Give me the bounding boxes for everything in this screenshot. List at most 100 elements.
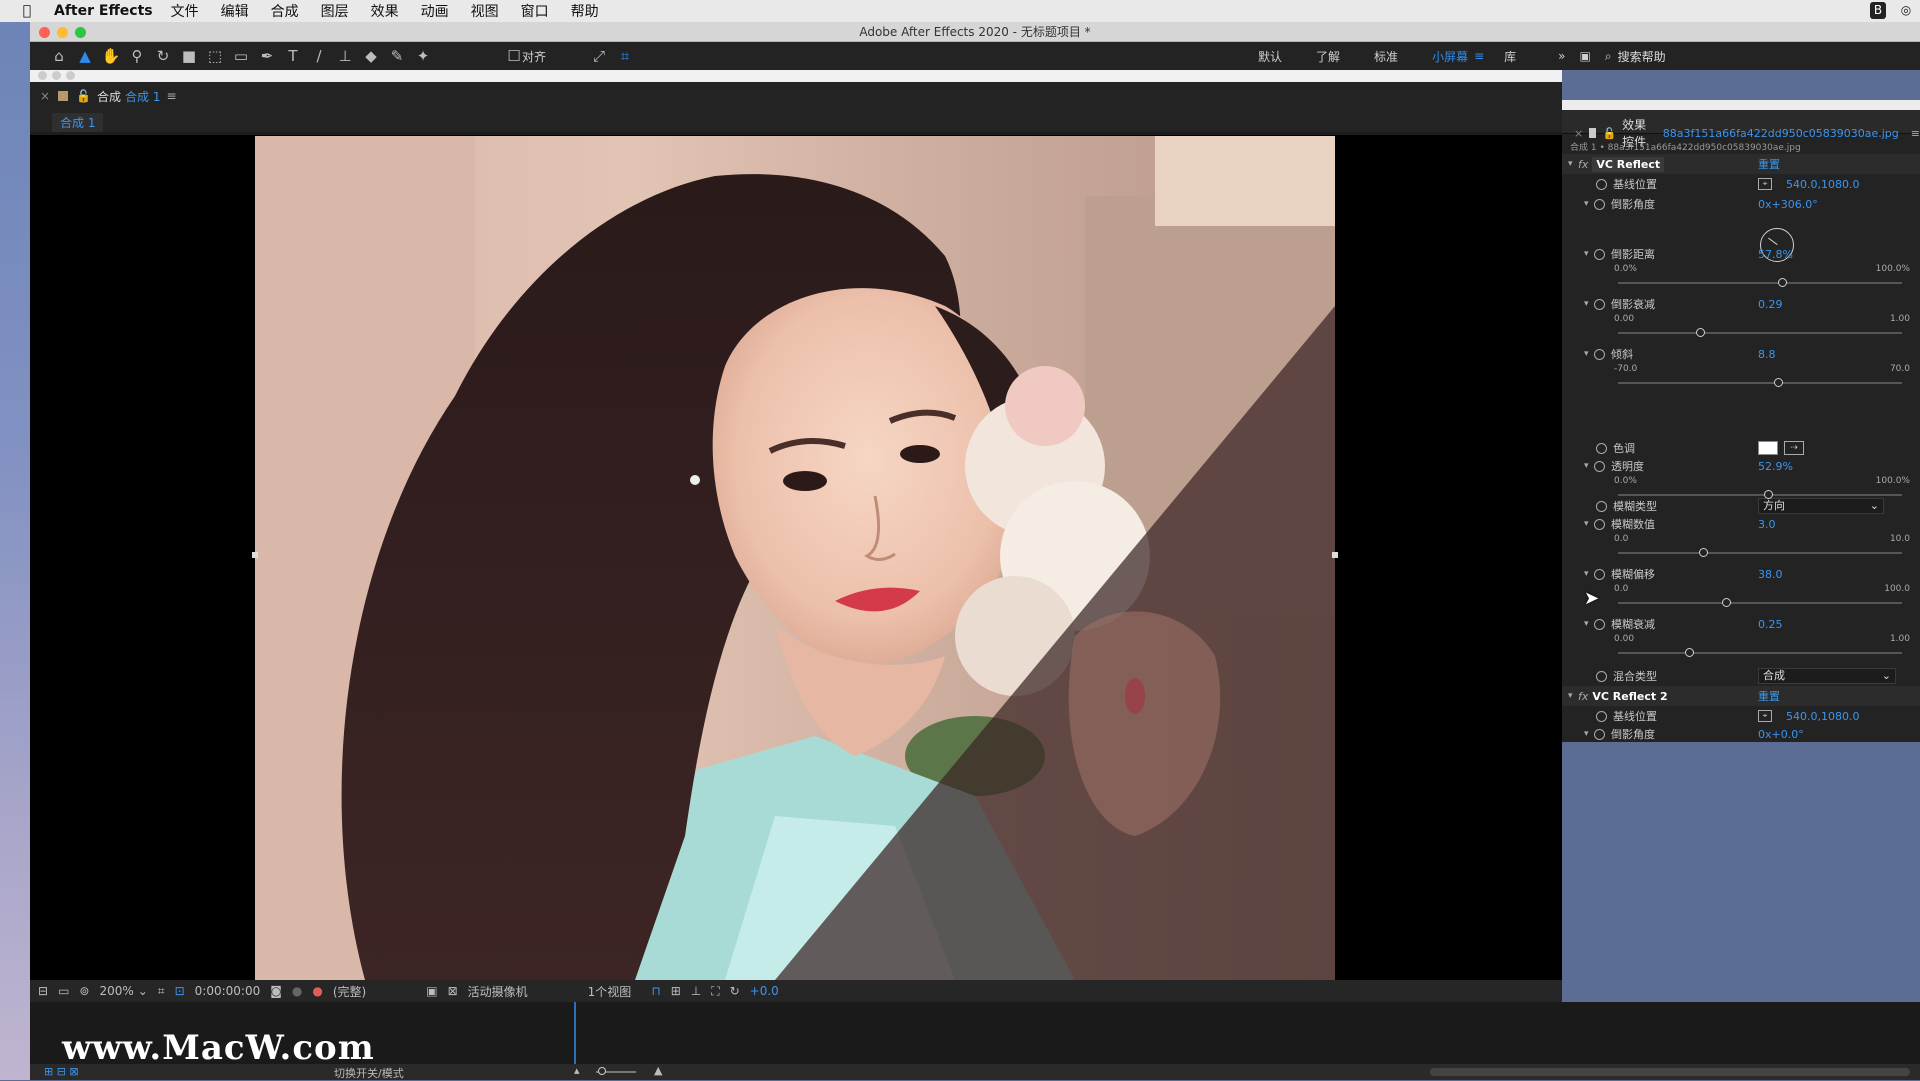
panel-max-dot-icon[interactable] xyxy=(66,71,75,80)
slider-track[interactable] xyxy=(1618,494,1902,496)
prop-value[interactable]: 0.25 xyxy=(1758,618,1783,631)
menu-file[interactable]: 文件 xyxy=(171,1,199,21)
fast-preview-icon[interactable]: ▣ xyxy=(426,984,437,998)
workspace-small-screen[interactable]: 小屏幕 xyxy=(1432,48,1468,65)
stopwatch-icon[interactable] xyxy=(1596,178,1607,190)
prop-expand-chevron-icon[interactable]: ▾ xyxy=(1584,519,1594,529)
prop-value[interactable]: 3.0 xyxy=(1758,518,1776,531)
workspace-libraries[interactable]: 库 xyxy=(1504,48,1516,65)
menu-effect[interactable]: 效果 xyxy=(371,1,399,21)
blur-type-dropdown[interactable]: 方向 ⌄ xyxy=(1758,498,1884,514)
layer-handle-right[interactable] xyxy=(1332,552,1338,558)
clone-stamp-tool-icon[interactable]: ⊥ xyxy=(332,45,358,67)
prop-value[interactable]: 0x+0.0° xyxy=(1758,728,1804,741)
slider-track[interactable] xyxy=(1618,652,1902,654)
puppet-tool-icon[interactable]: ✦ xyxy=(410,45,436,67)
prop-value[interactable]: 52.9% xyxy=(1758,460,1793,473)
menu-animation[interactable]: 动画 xyxy=(421,1,449,21)
color-channel-icon[interactable]: ● xyxy=(312,984,322,998)
menu-window[interactable]: 窗口 xyxy=(521,1,549,21)
align-checkbox-icon[interactable]: ☐ xyxy=(506,45,522,67)
stopwatch-icon[interactable] xyxy=(1594,198,1605,210)
pen-tool-icon[interactable]: ✒ xyxy=(254,45,280,67)
fx-icon[interactable]: fx xyxy=(1578,690,1588,703)
horizontal-scrollbar[interactable] xyxy=(1430,1068,1910,1076)
composition-image[interactable] xyxy=(255,136,1335,980)
resolution-select[interactable]: (完整) xyxy=(333,983,366,1000)
rotate-tool-icon[interactable]: ↻ xyxy=(150,45,176,67)
brush-tool-icon[interactable]: ∕ xyxy=(306,45,332,67)
menu-layer[interactable]: 图层 xyxy=(321,1,349,21)
toggle-pixel-icon[interactable]: ⊓ xyxy=(651,984,660,998)
workspace-standard[interactable]: 标准 xyxy=(1374,48,1398,65)
effect-header-vc-reflect[interactable]: ▾ fx VC Reflect 重置 xyxy=(1562,154,1920,174)
prop-expand-chevron-icon[interactable]: ▾ xyxy=(1584,619,1594,629)
effect-header-vc-reflect-2[interactable]: ▾ fx VC Reflect 2 重置 xyxy=(1562,686,1920,706)
close-window-icon[interactable] xyxy=(39,27,50,38)
stopwatch-icon[interactable] xyxy=(1594,618,1605,630)
zoom-out-icon[interactable]: ▴ xyxy=(574,1064,580,1077)
status-b-icon[interactable]: B xyxy=(1870,2,1886,19)
search-help-field[interactable]: 搜索帮助 xyxy=(1618,48,1666,65)
monitor-icon[interactable]: ▭ xyxy=(58,984,69,998)
app-name-menu[interactable]: After Effects xyxy=(54,3,153,19)
transparency-grid-icon[interactable]: ⊡ xyxy=(175,984,185,998)
stopwatch-icon[interactable] xyxy=(1594,728,1605,740)
snapping-toggle-icon[interactable]: ⌗ xyxy=(612,45,638,67)
comp-panel-menu-icon[interactable]: ≡ xyxy=(166,89,176,103)
prop-value[interactable]: 540.0,1080.0 xyxy=(1786,178,1859,191)
selection-tool-icon[interactable]: ▲ xyxy=(72,45,98,67)
prop-value[interactable]: 57.8% xyxy=(1758,248,1793,261)
apple-icon[interactable]:  xyxy=(14,3,40,19)
tint-color-swatch[interactable] xyxy=(1758,441,1778,455)
crosshair-icon[interactable]: ⌖ xyxy=(1758,710,1772,722)
panel-close-dot-icon[interactable] xyxy=(38,71,47,80)
eyedropper-icon[interactable]: ⇢ xyxy=(1784,441,1804,455)
workspace-default[interactable]: 默认 xyxy=(1258,48,1282,65)
slider-track[interactable] xyxy=(1618,602,1902,604)
exposure-reset-icon[interactable]: ↻ xyxy=(730,984,740,998)
reset-link[interactable]: 重置 xyxy=(1758,156,1780,172)
slider-knob[interactable] xyxy=(1773,378,1783,387)
menu-help[interactable]: 帮助 xyxy=(571,1,599,21)
rectangle-tool-icon[interactable]: ▭ xyxy=(228,45,254,67)
timeline-footer-icons[interactable]: ⊞ ⊟ ⊠ xyxy=(44,1065,79,1078)
region-icon[interactable]: ⌗ xyxy=(158,984,165,999)
search-help-icon[interactable]: ⌕ xyxy=(1605,49,1612,64)
zoom-window-icon[interactable] xyxy=(75,27,86,38)
camera-select[interactable]: 活动摄像机 xyxy=(468,983,528,1000)
reset-exposure-icon[interactable]: ⊞ xyxy=(671,984,681,998)
prop-expand-chevron-icon[interactable]: ▾ xyxy=(1584,349,1594,359)
effect-expand-chevron-icon[interactable]: ▾ xyxy=(1568,691,1578,701)
panel-min-dot-icon[interactable] xyxy=(52,71,61,80)
show-snapshot-icon[interactable]: ● xyxy=(292,984,302,998)
reset-link[interactable]: 重置 xyxy=(1758,688,1780,704)
slider-knob[interactable] xyxy=(1685,648,1694,657)
close-tab-icon[interactable]: × xyxy=(40,89,50,103)
hand-tool-icon[interactable]: ✋ xyxy=(98,45,124,67)
zoom-tool-icon[interactable]: ⚲ xyxy=(124,45,150,67)
comp-name-link[interactable]: 合成 1 xyxy=(125,88,160,105)
stopwatch-icon[interactable] xyxy=(1596,500,1607,512)
timecode[interactable]: 0:00:00:00 xyxy=(195,984,261,998)
effect-expand-chevron-icon[interactable]: ▾ xyxy=(1568,159,1578,169)
menu-edit[interactable]: 编辑 xyxy=(221,1,249,21)
menu-view[interactable]: 视图 xyxy=(471,1,499,21)
camera-tool-icon[interactable]: ■ xyxy=(176,45,202,67)
minimize-window-icon[interactable] xyxy=(57,27,68,38)
prop-value[interactable]: 540.0,1080.0 xyxy=(1786,710,1859,723)
lock-icon[interactable]: 🔓 xyxy=(76,89,91,103)
slider-track[interactable] xyxy=(1618,282,1902,284)
prop-expand-chevron-icon[interactable]: ▾ xyxy=(1584,729,1594,739)
crosshair-icon[interactable]: ⌖ xyxy=(1758,178,1772,190)
zoom-in-icon[interactable]: ▲ xyxy=(654,1064,662,1077)
slider-track[interactable] xyxy=(1618,552,1902,554)
prop-expand-chevron-icon[interactable]: ▾ xyxy=(1584,199,1594,209)
stopwatch-icon[interactable] xyxy=(1594,460,1605,472)
eraser-tool-icon[interactable]: ◆ xyxy=(358,45,384,67)
always-preview-icon[interactable]: ⊟ xyxy=(38,984,48,998)
zoom-dropdown-icon[interactable]: ⌄ xyxy=(138,984,148,998)
layer-handle-left[interactable] xyxy=(252,552,258,558)
prop-expand-chevron-icon[interactable]: ▾ xyxy=(1584,569,1594,579)
roto-brush-tool-icon[interactable]: ✎ xyxy=(384,45,410,67)
